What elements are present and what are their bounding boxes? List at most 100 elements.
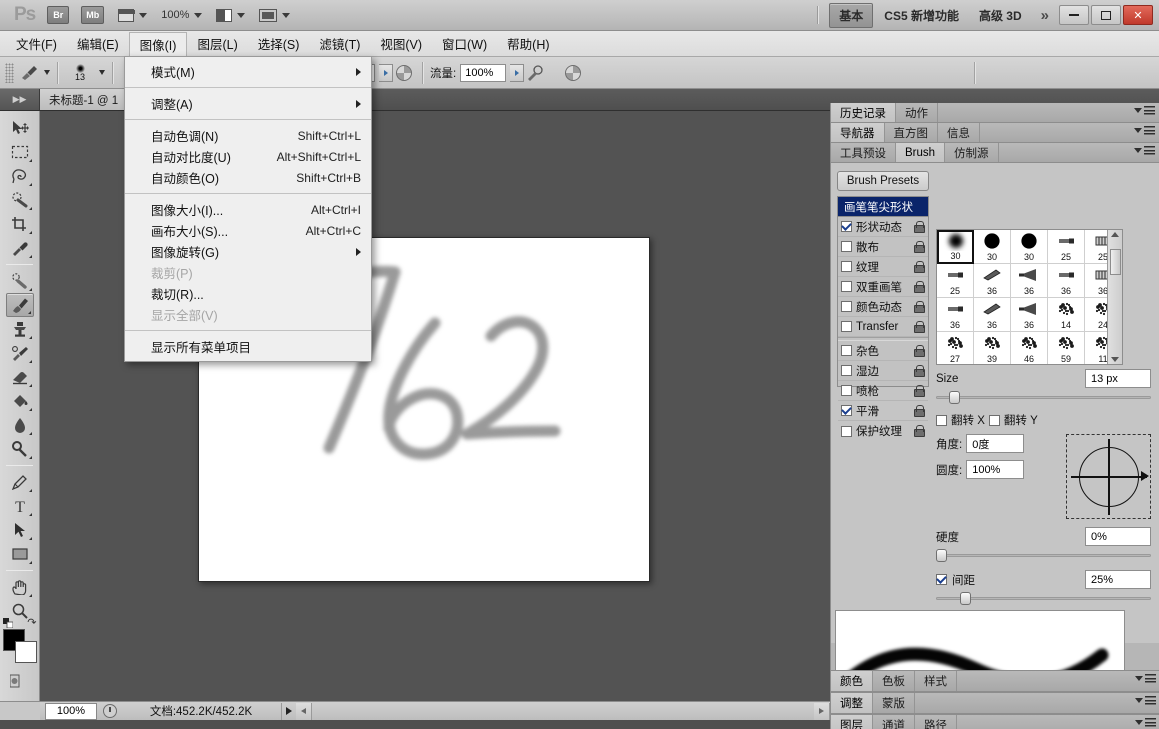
flow-spinner[interactable] xyxy=(510,63,525,82)
tab-layers[interactable]: 图层 xyxy=(831,715,873,729)
opacity-pressure-toggle[interactable] xyxy=(393,62,415,84)
history-brush-tool[interactable] xyxy=(6,341,34,365)
panel-menu-button[interactable] xyxy=(1135,696,1156,705)
menu-item-画布大小S[interactable]: 画布大小(S)... Alt+Ctrl+C xyxy=(125,220,371,241)
more-workspaces-icon[interactable]: » xyxy=(1041,7,1049,24)
mini-bridge-button[interactable]: Mb xyxy=(81,6,105,24)
slider-knob[interactable] xyxy=(948,391,960,404)
image-menu-dropdown[interactable]: 模式(M) 调整(A) 自动色调(N) Shift+Ctrl+L 自动对比度(U) Alt… xyxy=(124,56,372,362)
spacing-input[interactable]: 25% xyxy=(1085,570,1151,589)
arrange-documents-button[interactable] xyxy=(216,8,246,22)
tool-preset-picker[interactable] xyxy=(18,63,50,83)
panel-menu-button[interactable] xyxy=(1134,106,1155,115)
lock-icon[interactable] xyxy=(913,320,925,333)
lock-icon[interactable] xyxy=(913,220,925,233)
tab-clone-source[interactable]: 仿制源 xyxy=(945,143,999,162)
eraser-tool[interactable] xyxy=(6,365,34,389)
lasso-tool[interactable] xyxy=(6,164,34,188)
brush-tip-cell[interactable]: 36 xyxy=(1011,264,1048,298)
clone-stamp-tool[interactable] xyxy=(6,317,34,341)
brush-tip-cell[interactable]: 36 xyxy=(974,264,1011,298)
checkbox-shape-dynamics[interactable] xyxy=(841,221,852,232)
brush-tip-cell[interactable]: 27 xyxy=(937,332,974,364)
path-selection-tool[interactable] xyxy=(6,518,34,542)
lock-icon[interactable] xyxy=(913,280,925,293)
lock-icon[interactable] xyxy=(913,260,925,273)
tab-navigator[interactable]: 导航器 xyxy=(831,123,885,142)
hardness-input[interactable]: 0% xyxy=(1085,527,1151,546)
pen-tool[interactable] xyxy=(6,470,34,494)
scroll-right-button[interactable] xyxy=(814,702,830,720)
checkbox-dual-brush[interactable] xyxy=(841,281,852,292)
default-colors-icon[interactable] xyxy=(2,617,13,629)
hardness-slider[interactable] xyxy=(936,548,1151,562)
checkbox-airbrush[interactable] xyxy=(841,385,852,396)
tab-adjustments[interactable]: 调整 xyxy=(831,693,873,713)
opacity-spinner[interactable] xyxy=(379,63,393,82)
angle-input[interactable]: 0度 xyxy=(966,434,1025,453)
tab-color[interactable]: 颜色 xyxy=(831,671,873,691)
option-scattering[interactable]: 散布 xyxy=(838,237,928,257)
scroll-down-icon[interactable] xyxy=(1111,357,1119,362)
menu-item-自动对比度U[interactable]: 自动对比度(U) Alt+Shift+Ctrl+L xyxy=(125,146,371,167)
checkbox-flip-x[interactable] xyxy=(936,414,947,426)
lock-icon[interactable] xyxy=(913,425,925,437)
status-menu-button[interactable] xyxy=(281,702,296,720)
close-button[interactable]: ✕ xyxy=(1123,5,1153,25)
minimize-button[interactable] xyxy=(1059,5,1089,25)
marquee-tool[interactable] xyxy=(6,140,34,164)
move-tool[interactable] xyxy=(6,116,34,140)
paint-bucket-tool[interactable] xyxy=(6,389,34,413)
rectangle-shape-tool[interactable] xyxy=(6,542,34,566)
menu-select[interactable]: 选择(S) xyxy=(248,31,310,56)
zoom-level-dropdown[interactable]: 100% xyxy=(161,9,203,21)
dodge-tool[interactable] xyxy=(6,437,34,461)
workspace-advanced-3d[interactable]: 高级 3D xyxy=(970,4,1031,27)
flow-control[interactable]: 流量: 100% xyxy=(430,63,525,82)
workspace-basic[interactable]: 基本 xyxy=(829,2,874,28)
scroll-up-icon[interactable] xyxy=(1111,232,1119,237)
menu-item-自动色调N[interactable]: 自动色调(N) Shift+Ctrl+L xyxy=(125,125,371,146)
tab-masks[interactable]: 蒙版 xyxy=(873,693,915,713)
tab-tool-presets[interactable]: 工具预设 xyxy=(831,143,896,162)
options-bar-grip[interactable] xyxy=(5,62,14,83)
scrollbar-thumb[interactable] xyxy=(1109,249,1121,275)
quick-mask-button[interactable] xyxy=(6,669,34,693)
lock-icon[interactable] xyxy=(913,300,925,313)
checkbox-protect-texture[interactable] xyxy=(841,425,852,437)
panel-menu-button[interactable] xyxy=(1134,126,1155,135)
flow-input[interactable]: 100% xyxy=(460,63,507,82)
brush-tool[interactable] xyxy=(5,293,34,317)
menu-item-图像大小I[interactable]: 图像大小(I)... Alt+Ctrl+I xyxy=(125,199,371,220)
menu-filter[interactable]: 滤镜(T) xyxy=(309,31,370,56)
scroll-left-button[interactable] xyxy=(296,702,312,720)
option-shape-dynamics[interactable]: 形状动态 xyxy=(838,217,928,237)
brush-tip-cell[interactable]: 30 xyxy=(937,230,974,264)
type-tool[interactable]: T xyxy=(6,494,34,518)
bridge-button[interactable]: Br xyxy=(47,6,70,24)
tab-swatches[interactable]: 色板 xyxy=(873,671,915,691)
option-protect-texture[interactable]: 保护纹理 xyxy=(838,421,928,441)
roundness-input[interactable]: 100% xyxy=(966,460,1025,479)
spacing-slider[interactable] xyxy=(936,591,1151,605)
checkbox-smoothing[interactable] xyxy=(841,405,852,416)
option-dual-brush[interactable]: 双重画笔 xyxy=(838,277,928,297)
menu-item-模式M[interactable]: 模式(M) xyxy=(125,61,371,82)
brush-tip-grid[interactable]: 30 30 30 25 25 25 36 36 36 36 36 36 36 14 24 27 39 46 59 11 xyxy=(936,229,1123,365)
brush-tip-cell[interactable]: 39 xyxy=(974,332,1011,364)
slider-knob[interactable] xyxy=(936,549,947,562)
checkbox-transfer[interactable] xyxy=(841,321,852,332)
option-texture[interactable]: 纹理 xyxy=(838,257,928,277)
checkbox-color-dynamics[interactable] xyxy=(841,301,852,312)
tab-actions[interactable]: 动作 xyxy=(896,103,938,122)
lock-icon[interactable] xyxy=(913,240,925,253)
checkbox-noise[interactable] xyxy=(841,345,852,356)
tab-brush[interactable]: Brush xyxy=(896,143,946,162)
workspace-cs5-new[interactable]: CS5 新增功能 xyxy=(875,4,968,27)
brush-tip-cell[interactable]: 46 xyxy=(1011,332,1048,364)
tab-paths[interactable]: 路径 xyxy=(915,715,957,729)
brush-tip-cell[interactable]: 36 xyxy=(974,298,1011,332)
brush-tip-cell[interactable]: 25 xyxy=(937,264,974,298)
checkbox-wet-edges[interactable] xyxy=(841,365,852,376)
view-extras-button[interactable] xyxy=(118,8,148,22)
